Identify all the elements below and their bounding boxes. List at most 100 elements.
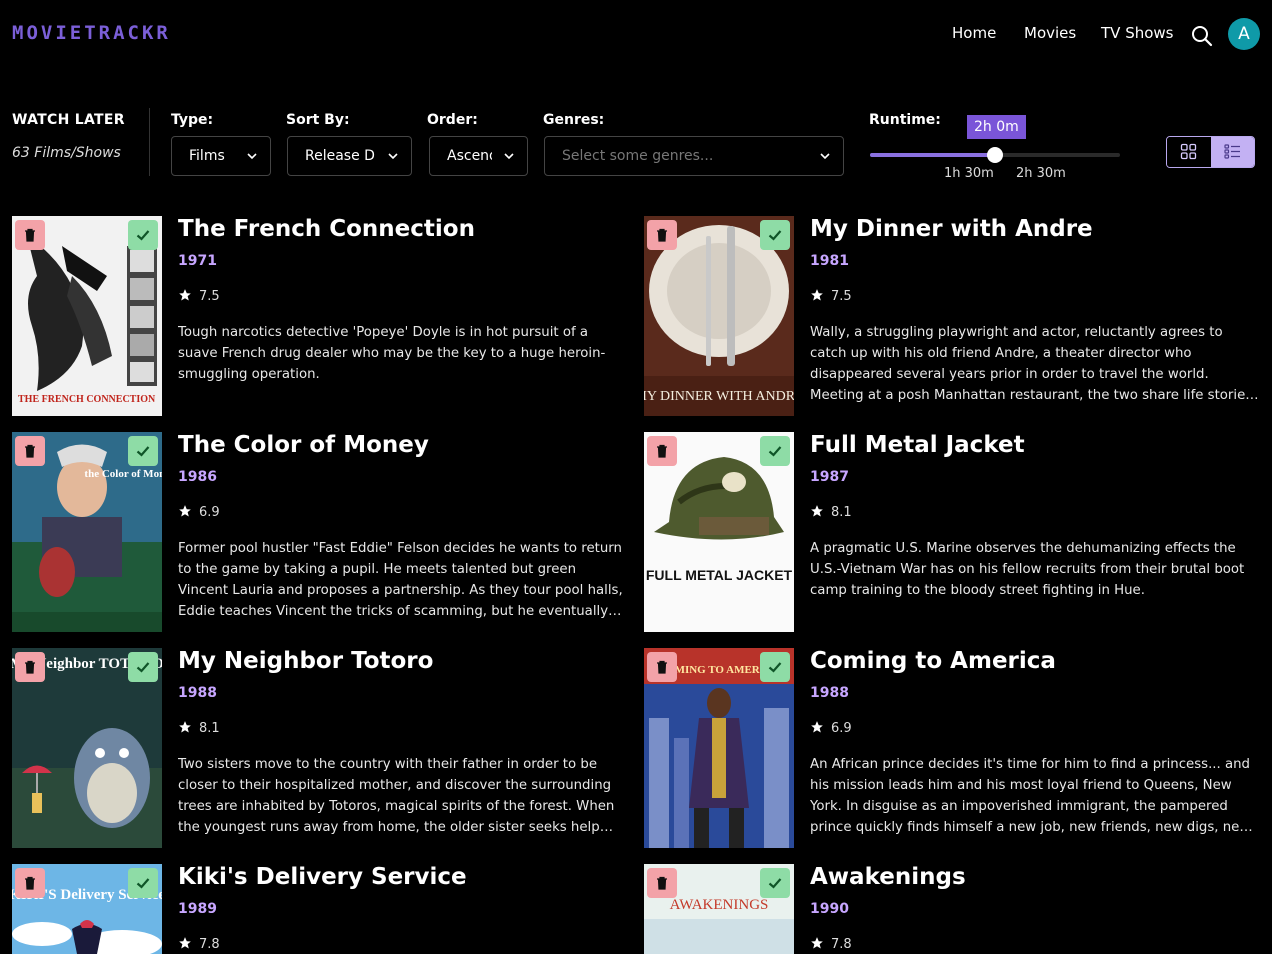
movie-description: Former pool hustler "Fast Eddie" Felson … bbox=[178, 541, 623, 619]
logo[interactable]: MOVIETRACKR bbox=[12, 22, 171, 44]
rating-value: 8.1 bbox=[199, 721, 220, 736]
trash-icon bbox=[25, 228, 35, 242]
delete-button[interactable] bbox=[15, 220, 45, 250]
check-icon bbox=[768, 878, 782, 889]
star-icon bbox=[179, 721, 191, 733]
divider bbox=[149, 108, 150, 176]
check-icon bbox=[136, 446, 150, 457]
delete-button[interactable] bbox=[15, 868, 45, 898]
delete-button[interactable] bbox=[647, 868, 677, 898]
check-icon bbox=[136, 230, 150, 241]
delete-button[interactable] bbox=[647, 436, 677, 466]
check-icon bbox=[136, 662, 150, 673]
movie-year: 1988 bbox=[178, 685, 217, 701]
nav-home[interactable]: Home bbox=[952, 24, 996, 42]
mark-watched-button[interactable] bbox=[128, 652, 158, 682]
item-count: 63 Films/Shows bbox=[12, 145, 121, 161]
runtime-value-tooltip: 2h 0m bbox=[967, 115, 1026, 139]
check-icon bbox=[768, 662, 782, 673]
runtime-slider-handle[interactable] bbox=[987, 147, 1003, 163]
sort-label: Sort By: bbox=[286, 112, 350, 128]
genres-label: Genres: bbox=[543, 112, 605, 128]
star-icon bbox=[179, 505, 191, 517]
check-icon bbox=[768, 446, 782, 457]
movie-card[interactable]: KIKI'S Delivery Service Kiki's Delivery … bbox=[12, 864, 632, 954]
runtime-slider[interactable] bbox=[870, 147, 1120, 163]
order-select-value: Ascending bbox=[447, 148, 492, 164]
movie-card[interactable]: COMING TO AMERICA Coming to America 1988… bbox=[644, 648, 1264, 848]
movie-description: Two sisters move to the country with the… bbox=[178, 757, 615, 835]
movie-title[interactable]: Kiki's Delivery Service bbox=[178, 864, 467, 890]
rating-value: 8.1 bbox=[831, 505, 852, 520]
movie-description: Wally, a struggling playwright and actor… bbox=[810, 325, 1257, 403]
star-icon bbox=[179, 289, 191, 301]
movie-title[interactable]: Awakenings bbox=[810, 864, 966, 890]
movie-year: 1981 bbox=[810, 253, 849, 269]
mark-watched-button[interactable] bbox=[760, 436, 790, 466]
rating-value: 7.8 bbox=[199, 937, 220, 952]
movie-title[interactable]: The Color of Money bbox=[178, 432, 429, 458]
check-icon bbox=[768, 230, 782, 241]
sort-select[interactable]: Release Date bbox=[287, 136, 412, 176]
movie-title[interactable]: My Dinner with Andre bbox=[810, 216, 1093, 242]
rating-value: 7.5 bbox=[831, 289, 852, 304]
check-icon bbox=[136, 878, 150, 889]
movie-card[interactable]: the Color of Money The Color of Money 19… bbox=[12, 432, 632, 632]
rating-value: 7.5 bbox=[199, 289, 220, 304]
delete-button[interactable] bbox=[15, 436, 45, 466]
poster-title-text: MY DINNER WITH ANDRE bbox=[644, 389, 794, 404]
movie-description: A pragmatic U.S. Marine observes the deh… bbox=[810, 541, 1245, 598]
top-navbar: MOVIETRACKR Home Movies TV Shows A bbox=[0, 0, 1272, 70]
movie-title[interactable]: The French Connection bbox=[178, 216, 475, 242]
genres-select[interactable]: Select some genres... bbox=[544, 136, 844, 176]
trash-icon bbox=[25, 660, 35, 674]
movie-title[interactable]: Full Metal Jacket bbox=[810, 432, 1025, 458]
movie-card[interactable]: My Neighbor TOTORO My Neighbor Totoro 19… bbox=[12, 648, 632, 848]
grid-view-button[interactable] bbox=[1167, 137, 1211, 167]
chevron-down-icon bbox=[820, 153, 830, 160]
star-icon bbox=[811, 937, 823, 949]
mark-watched-button[interactable] bbox=[128, 436, 158, 466]
nav-tv-shows[interactable]: TV Shows bbox=[1101, 24, 1173, 42]
runtime-tick-min: 1h 30m bbox=[944, 166, 994, 181]
type-select[interactable]: Films bbox=[171, 136, 271, 176]
poster-title-text: FULL METAL JACKET bbox=[646, 567, 793, 583]
type-label: Type: bbox=[171, 112, 214, 128]
rating-value: 6.9 bbox=[831, 721, 852, 736]
mark-watched-button[interactable] bbox=[760, 220, 790, 250]
order-select[interactable]: Ascending bbox=[429, 136, 528, 176]
mark-watched-button[interactable] bbox=[760, 868, 790, 898]
trash-icon bbox=[657, 876, 667, 890]
mark-watched-button[interactable] bbox=[128, 220, 158, 250]
chevron-down-icon bbox=[247, 153, 257, 160]
avatar[interactable]: A bbox=[1228, 18, 1260, 50]
movie-title[interactable]: Coming to America bbox=[810, 648, 1056, 674]
mark-watched-button[interactable] bbox=[760, 652, 790, 682]
delete-button[interactable] bbox=[647, 220, 677, 250]
type-select-value: Films bbox=[189, 148, 225, 164]
view-toggle bbox=[1166, 136, 1255, 168]
poster-title-text: THE FRENCH CONNECTION bbox=[18, 394, 156, 405]
order-label: Order: bbox=[427, 112, 478, 128]
sort-select-value: Release Date bbox=[305, 148, 375, 164]
delete-button[interactable] bbox=[647, 652, 677, 682]
trash-icon bbox=[657, 444, 667, 458]
trash-icon bbox=[25, 444, 35, 458]
nav-movies[interactable]: Movies bbox=[1024, 24, 1076, 42]
movie-card[interactable]: THE FRENCH CONNECTION The French Connect… bbox=[12, 216, 632, 416]
genres-placeholder: Select some genres... bbox=[562, 148, 714, 164]
movie-card[interactable]: AWAKENINGS Awakenings 1990 7.8 bbox=[644, 864, 1264, 954]
poster-title-text: the Color of Money bbox=[84, 468, 162, 480]
movie-card[interactable]: FULL METAL JACKET Full Metal Jacket 1987… bbox=[644, 432, 1264, 632]
movie-title[interactable]: My Neighbor Totoro bbox=[178, 648, 433, 674]
poster-title-text: AWAKENINGS bbox=[670, 897, 769, 913]
star-icon bbox=[179, 937, 191, 949]
mark-watched-button[interactable] bbox=[128, 868, 158, 898]
movie-year: 1989 bbox=[178, 901, 217, 917]
runtime-slider-fill bbox=[870, 153, 995, 157]
delete-button[interactable] bbox=[15, 652, 45, 682]
movie-card[interactable]: MY DINNER WITH ANDRE My Dinner with Andr… bbox=[644, 216, 1264, 416]
search-icon[interactable] bbox=[1190, 24, 1214, 48]
list-view-button[interactable] bbox=[1211, 137, 1254, 167]
movie-description: Tough narcotics detective 'Popeye' Doyle… bbox=[178, 325, 606, 382]
